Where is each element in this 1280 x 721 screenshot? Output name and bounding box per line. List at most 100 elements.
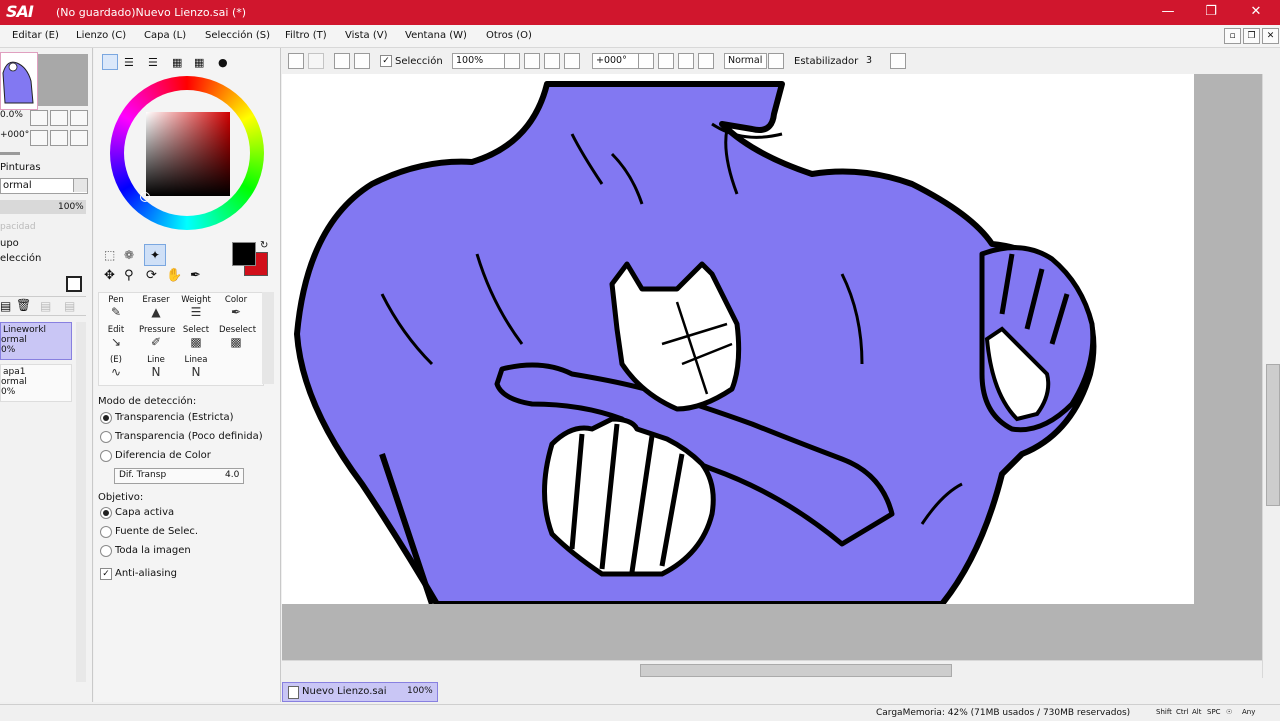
- stabilizer-value[interactable]: 3: [862, 53, 891, 69]
- zoom-icon[interactable]: ⚲: [124, 268, 134, 283]
- rotate-left-icon[interactable]: [30, 130, 48, 146]
- move-icon[interactable]: ✥: [104, 268, 115, 283]
- detection-option-2[interactable]: Diferencia de Color: [115, 450, 211, 461]
- mdi-close-icon[interactable]: ✕: [1262, 28, 1279, 44]
- rotate-ccw-icon[interactable]: [658, 53, 674, 69]
- new-layer-icon[interactable]: ▤: [0, 299, 11, 313]
- eyedropper-icon[interactable]: ✒: [190, 268, 201, 283]
- splitter-handle[interactable]: [0, 152, 20, 155]
- menu-editar[interactable]: Editar (E): [12, 30, 59, 41]
- zoom-minus-icon[interactable]: [524, 53, 540, 69]
- menu-otros[interactable]: Otros (O): [486, 30, 532, 41]
- vertical-scroll-thumb[interactable]: [1266, 364, 1280, 506]
- detection-radio-1[interactable]: [100, 431, 112, 443]
- target-radio-1[interactable]: [100, 526, 112, 538]
- redo-icon[interactable]: [308, 53, 324, 69]
- rotate-right-icon[interactable]: [50, 130, 68, 146]
- restore-icon[interactable]: ❐: [1200, 3, 1222, 21]
- target-radio-0[interactable]: [100, 507, 112, 519]
- undo-icon[interactable]: [288, 53, 304, 69]
- hsv-slider-icon[interactable]: ☰: [148, 56, 158, 69]
- trash-icon[interactable]: 🗑: [16, 298, 31, 312]
- menu-seleccion[interactable]: Selección (S): [205, 30, 270, 41]
- horizontal-scrollbar[interactable]: [282, 660, 1262, 679]
- swap-colors-icon[interactable]: ↻: [260, 240, 268, 251]
- selection-checkbox[interactable]: ✓: [380, 55, 392, 67]
- zoom-reset-icon[interactable]: [70, 110, 88, 126]
- canvas-area[interactable]: [282, 74, 1266, 660]
- zoom-field[interactable]: 100%: [452, 53, 507, 69]
- rotate-reset-toolbar-icon[interactable]: [698, 53, 714, 69]
- tools-scrollbar[interactable]: [262, 292, 274, 384]
- target-option-2[interactable]: Toda la imagen: [115, 545, 191, 556]
- vertical-scrollbar[interactable]: [1262, 74, 1280, 678]
- horizontal-scroll-thumb[interactable]: [640, 664, 952, 677]
- tool-eraser[interactable]: Eraser ▲: [139, 295, 173, 325]
- rotate-cw-icon[interactable]: [678, 53, 694, 69]
- menu-capa[interactable]: Capa (L): [144, 30, 186, 41]
- tool-edit[interactable]: Edit ↘: [99, 325, 133, 355]
- invert-selection-icon[interactable]: [354, 53, 370, 69]
- tool-select[interactable]: Select ▩: [179, 325, 213, 355]
- blend-field[interactable]: Normal: [724, 53, 767, 69]
- detection-option-1[interactable]: Transparencia (Poco definida): [115, 431, 263, 442]
- tool-curve[interactable]: (E) ∿: [99, 355, 133, 385]
- antialias-label[interactable]: Anti-aliasing: [115, 568, 177, 579]
- rgb-slider-icon[interactable]: ☰: [124, 56, 134, 69]
- zoom-in-icon[interactable]: [50, 110, 68, 126]
- blend-mode-select[interactable]: ormal: [0, 178, 88, 194]
- angle-field[interactable]: +000°: [592, 53, 639, 69]
- layer-mask-icon[interactable]: [66, 276, 82, 292]
- zoom-out-icon[interactable]: [30, 110, 48, 126]
- layers-scrollbar[interactable]: [76, 322, 86, 682]
- rect-select-icon[interactable]: ⬚: [104, 248, 115, 262]
- tool-line[interactable]: Line N: [139, 355, 173, 385]
- close-icon[interactable]: ✕: [1245, 3, 1267, 21]
- merge-icon[interactable]: ▤: [40, 299, 51, 313]
- rotate-reset-icon[interactable]: [70, 130, 88, 146]
- detection-option-0[interactable]: Transparencia (Estricta): [115, 412, 234, 423]
- magic-wand-icon[interactable]: ✦: [144, 244, 166, 266]
- zoom-plus-icon[interactable]: [544, 53, 560, 69]
- swatches-icon[interactable]: ▦: [172, 56, 182, 69]
- opacity-slider[interactable]: 100%: [0, 200, 86, 214]
- detection-radio-2[interactable]: [100, 450, 112, 462]
- mdi-restore-icon[interactable]: ❐: [1243, 28, 1260, 44]
- document-tab[interactable]: Nuevo Lienzo.sai 100%: [282, 682, 438, 702]
- rotate-icon[interactable]: ⟳: [146, 268, 157, 283]
- tool-color[interactable]: Color ✒: [219, 295, 253, 325]
- antialias-checkbox[interactable]: ✓: [100, 568, 112, 580]
- target-option-0[interactable]: Capa activa: [115, 507, 174, 518]
- color-wheel-mode-icon[interactable]: [102, 54, 118, 70]
- menu-filtro[interactable]: Filtro (T): [285, 30, 327, 41]
- mdi-minimize-icon[interactable]: ▫: [1224, 28, 1241, 44]
- tool-linea[interactable]: Linea N: [179, 355, 213, 385]
- stabilizer-dropdown-icon[interactable]: [890, 53, 906, 69]
- minimize-icon[interactable]: —: [1157, 3, 1179, 21]
- navigator-thumbnail[interactable]: [0, 52, 38, 110]
- tool-pen[interactable]: Pen ✎: [99, 295, 133, 325]
- tool-weight[interactable]: Weight ☰: [179, 295, 213, 325]
- layer-item-lineworkl[interactable]: Lineworkl ormal 0%: [0, 322, 72, 360]
- target-radio-2[interactable]: [100, 545, 112, 557]
- chevron-down-icon[interactable]: [73, 179, 87, 192]
- navigator-preview[interactable]: [38, 54, 88, 106]
- zoom-fit-icon[interactable]: [564, 53, 580, 69]
- menu-lienzo[interactable]: Lienzo (C): [76, 30, 126, 41]
- diff-transp-slider[interactable]: Dif. Transp 4.0: [114, 468, 244, 484]
- detection-radio-0[interactable]: [100, 412, 112, 424]
- tool-deselect[interactable]: Deselect ▩: [219, 325, 256, 355]
- layer-item-capa1[interactable]: apa1 ormal 0%: [0, 364, 72, 402]
- clear-icon[interactable]: ▤: [64, 299, 75, 313]
- saturation-value-square[interactable]: [146, 112, 230, 196]
- deselect-icon[interactable]: [334, 53, 350, 69]
- lasso-icon[interactable]: ❁: [124, 248, 134, 262]
- zoom-dropdown-icon[interactable]: [504, 53, 520, 69]
- primary-color-swatch[interactable]: [232, 242, 256, 266]
- menu-ventana[interactable]: Ventana (W): [405, 30, 467, 41]
- menu-vista[interactable]: Vista (V): [345, 30, 387, 41]
- palette-icon[interactable]: ●: [218, 56, 228, 69]
- scratchpad-icon[interactable]: ▦: [194, 56, 204, 69]
- tool-pressure[interactable]: Pressure ✐: [139, 325, 175, 355]
- angle-dropdown-icon[interactable]: [638, 53, 654, 69]
